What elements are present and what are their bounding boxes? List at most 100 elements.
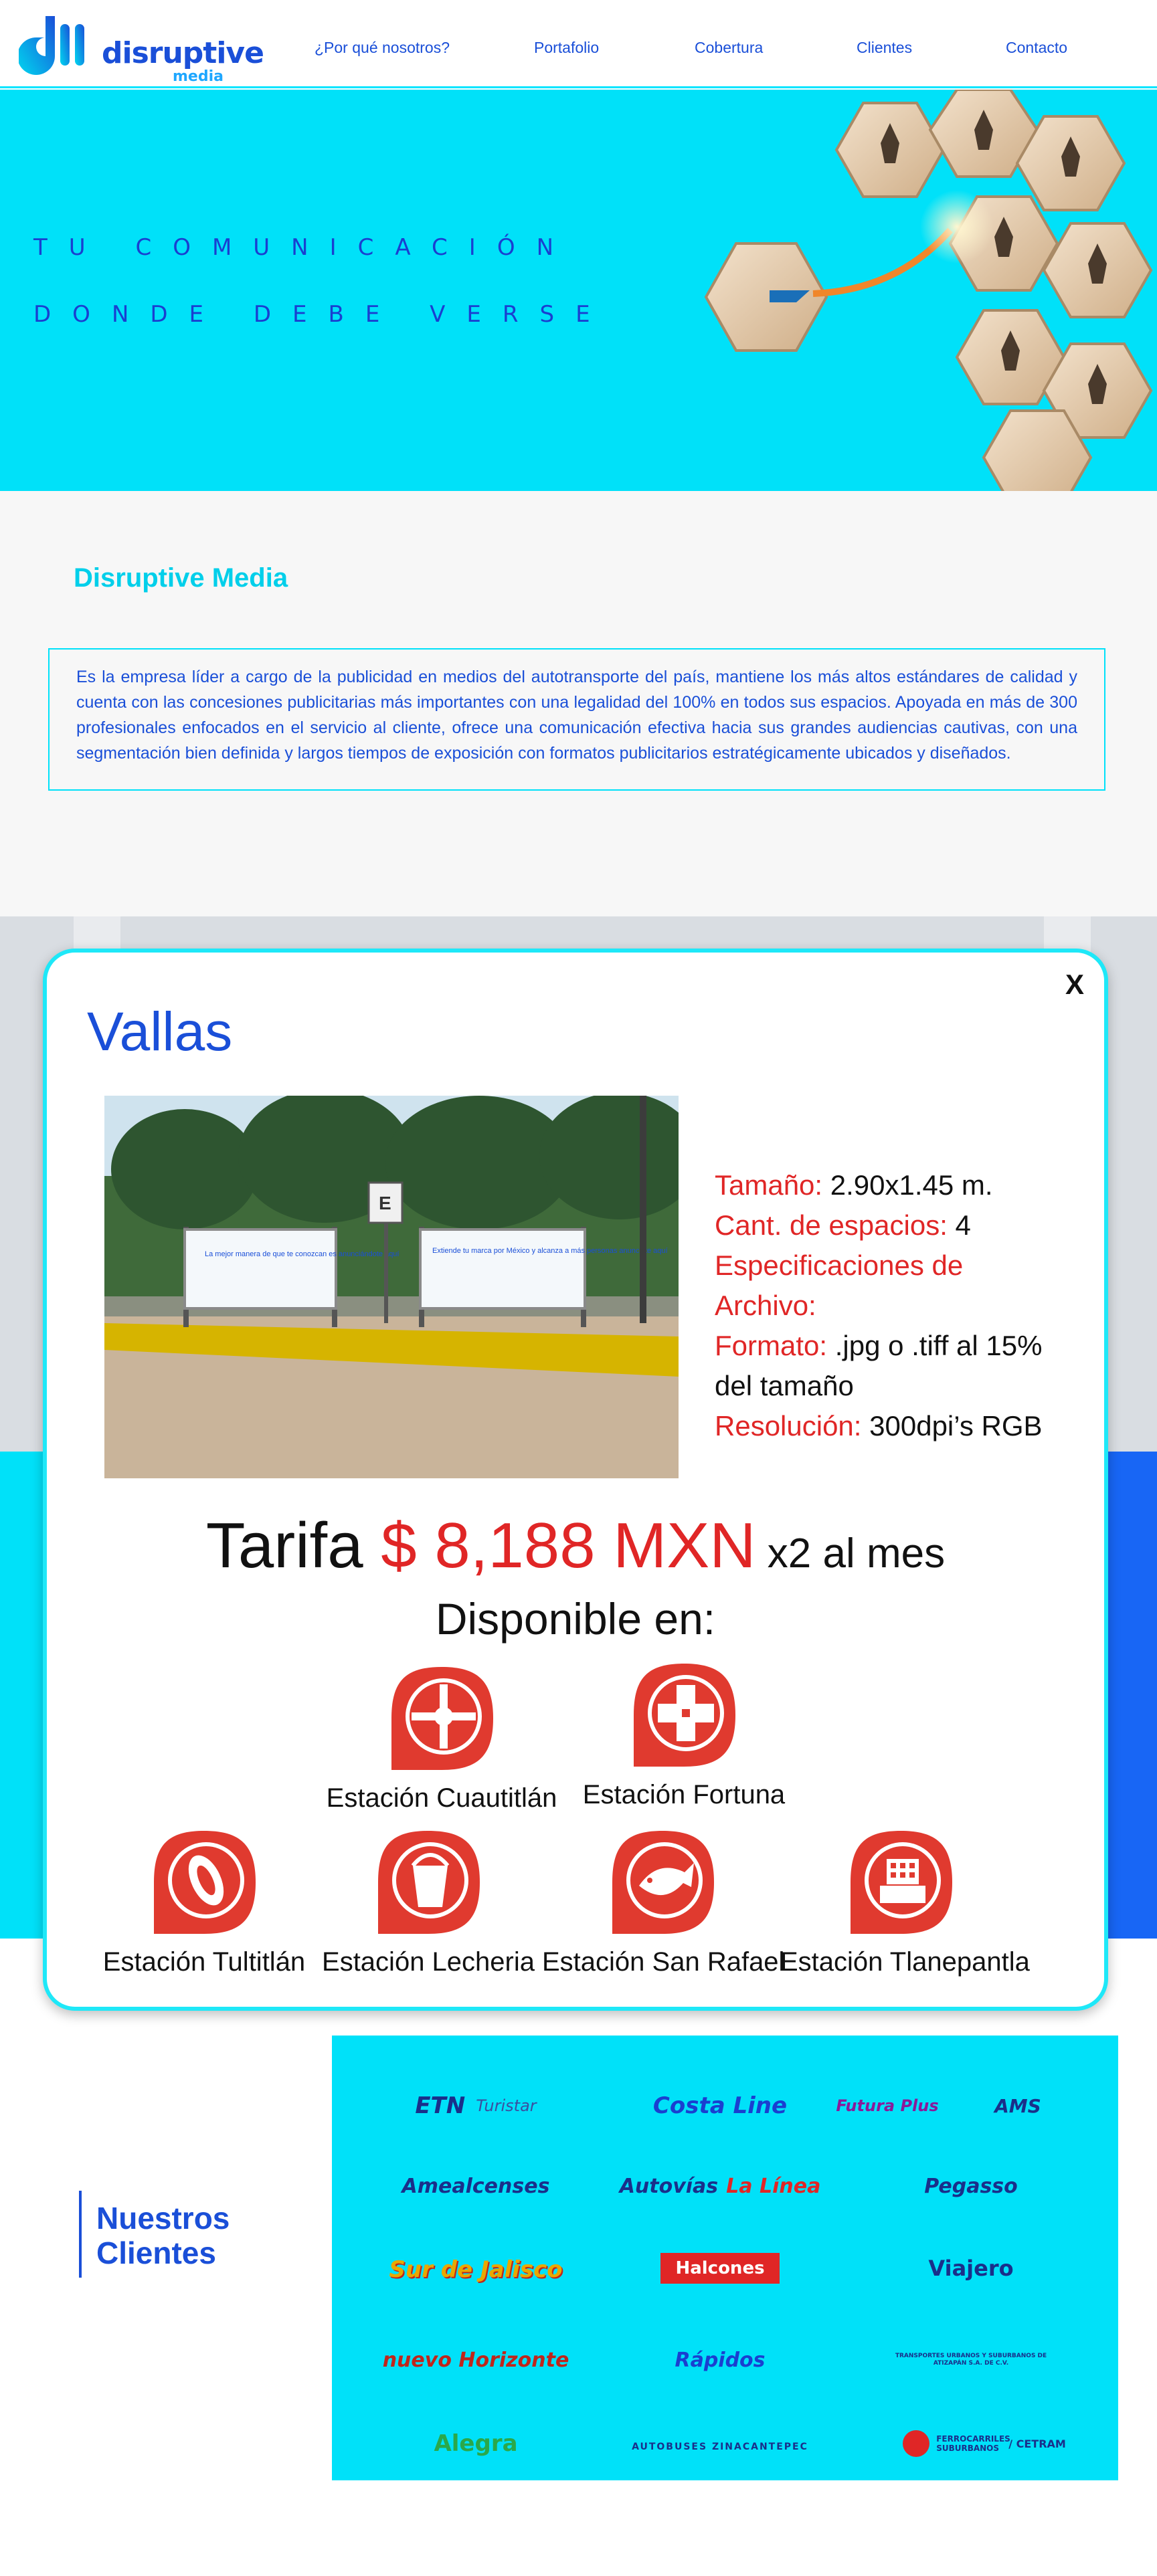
logo-subtext: media <box>173 68 224 85</box>
price-label: Tarifa <box>205 1510 381 1581</box>
client-logo-text: La Línea <box>726 2174 821 2198</box>
client-logo-text: FERROCARRILES SUBURBANOS <box>936 2434 1010 2453</box>
available-heading: Disponible en: <box>435 1594 716 1644</box>
client-logo-sur-de-jalisco[interactable]: Sur de Jalisco <box>369 2243 583 2296</box>
client-logo-futura[interactable]: Futura Plus <box>814 2086 961 2126</box>
spec-spaces: Cant. de espacios: 4 <box>715 1205 1069 1246</box>
client-logo-viajero[interactable]: Viajero <box>864 2248 1078 2288</box>
nav-portfolio[interactable]: Portafolio <box>534 39 599 57</box>
station-cuautitlan[interactable]: Estación Cuautitlán <box>321 1662 562 1813</box>
spec-format-key: Formato: <box>715 1330 828 1361</box>
specs-list: Tamaño: 2.90x1.45 m. Cant. de espacios: … <box>715 1165 1069 1446</box>
ferrocarriles-mark-icon <box>903 2430 930 2457</box>
client-logo-text: Turistar <box>476 2096 537 2115</box>
client-logo-pegasso[interactable]: Pegasso <box>864 2166 1078 2206</box>
client-logo-alegra[interactable]: Alegra <box>369 2423 583 2464</box>
spec-resolution: Resolución: 300dpi’s RGB <box>715 1406 1069 1446</box>
client-logo-nuevo-horizonte[interactable]: nuevo Horizonte <box>369 2340 583 2380</box>
client-logo-text: Pegasso <box>924 2174 1018 2198</box>
station-fortuna[interactable]: Estación Fortuna <box>563 1658 804 1810</box>
spec-size-key: Tamaño: <box>715 1169 823 1201</box>
spec-resolution-value: 300dpi’s RGB <box>861 1410 1043 1442</box>
building-icon <box>851 1831 952 1934</box>
client-logo-rapidos[interactable]: Rápidos <box>600 2340 840 2380</box>
price-value: $ 8,188 MXN <box>381 1510 756 1581</box>
client-logo-zinacantepec[interactable]: AUTOBUSES ZINACANTEPEC <box>613 2427 827 2467</box>
client-logo-text: Costa Line <box>652 2092 788 2119</box>
modal-title: Vallas <box>87 1001 233 1062</box>
close-button[interactable]: X <box>1065 969 1084 1001</box>
client-logo-transportes-urbanos[interactable]: TRANSPORTES URBANOS Y SUBURBANOS DE ATIZ… <box>887 2330 1055 2390</box>
station-label: Estación Tlanepantla <box>780 1947 1030 1977</box>
clients-title-line1: Nuestros <box>96 2201 230 2236</box>
intro-box: Es la empresa líder a cargo de la public… <box>48 648 1105 791</box>
clients-title: Nuestros Clientes <box>96 2201 230 2270</box>
client-logo-text: Futura Plus <box>836 2096 939 2115</box>
hero-headline-1: TU COMUNICACIÓN <box>33 234 575 261</box>
client-logo-text: Alegra <box>434 2430 518 2457</box>
price-suffix: x2 al mes <box>755 1530 946 1577</box>
billboard-2-text: Extiende tu marca por México y alcanza a… <box>432 1247 668 1255</box>
spec-file: Especificaciones de Archivo: <box>715 1246 1069 1326</box>
client-logo-text: nuevo Horizonte <box>382 2348 569 2372</box>
client-logo-autovias[interactable]: Autovías La Línea <box>600 2166 840 2206</box>
milk-pail-icon <box>378 1831 480 1934</box>
spec-spaces-key: Cant. de espacios: <box>715 1209 948 1241</box>
station-label: Estación Fortuna <box>582 1780 786 1809</box>
spec-size-value: 2.90x1.45 m. <box>822 1169 993 1201</box>
clients-title-line2: Clientes <box>96 2236 216 2270</box>
client-logo-halcones[interactable]: Halcones <box>613 2248 827 2288</box>
site-header: disruptive media ¿Por qué nosotros? Port… <box>0 0 1157 88</box>
product-modal: X Vallas La mejor manera de que te conoz… <box>43 949 1108 2011</box>
plus-cross-emblem-icon <box>634 1664 735 1767</box>
client-logo-text: ETN <box>415 2092 466 2119</box>
billboard-photo: La mejor manera de que te conozcan es an… <box>104 1096 679 1478</box>
client-logo-ams[interactable]: AMS <box>958 2086 1078 2126</box>
station-label: Estación Tultitlán <box>102 1947 306 1977</box>
client-logo-text: Viajero <box>928 2256 1014 2281</box>
nav-contact[interactable]: Contacto <box>1006 39 1067 57</box>
client-logo-text: Halcones <box>660 2253 780 2284</box>
client-logo-text: Sur de Jalisco <box>389 2256 563 2283</box>
client-logo-text: Rápidos <box>675 2348 766 2372</box>
sign-letter: E <box>379 1193 391 1213</box>
station-label: Estación Cuautitlán <box>326 1783 557 1813</box>
station-san-rafael[interactable]: Estación San Rafael <box>542 1825 785 1977</box>
price-line: Tarifa $ 8,188 MXN x2 al mes <box>47 1509 1104 1583</box>
fish-icon <box>612 1831 714 1934</box>
spec-resolution-key: Resolución: <box>715 1410 862 1442</box>
glyph-emblem-icon <box>154 1831 256 1934</box>
station-lecheria[interactable]: Estación Lecheria <box>308 1825 549 1977</box>
station-label: Estación Lecheria <box>322 1947 535 1977</box>
station-tultitlan[interactable]: Estación Tultitlán <box>84 1825 325 1977</box>
nav-coverage[interactable]: Cobertura <box>695 39 763 57</box>
hero-banner: TU COMUNICACIÓN DONDE DEBE VERSE <box>0 90 1157 491</box>
billboard-1-text: La mejor manera de que te conozcan es an… <box>205 1250 399 1258</box>
spec-spaces-value: 4 <box>947 1209 971 1241</box>
hero-headline-2: DONDE DEBE VERSE <box>33 301 612 328</box>
station-label: Estación San Rafael <box>542 1947 785 1977</box>
main-nav: ¿Por qué nosotros? Portafolio Cobertura … <box>0 39 1157 59</box>
client-logo-etn[interactable]: ETN Turistar <box>369 2086 583 2126</box>
intro-description: Es la empresa líder a cargo de la public… <box>76 668 1077 763</box>
client-logo-text: AUTOBUSES ZINACANTEPEC <box>632 2442 808 2452</box>
nav-why-us[interactable]: ¿Por qué nosotros? <box>315 39 450 57</box>
nav-clients[interactable]: Clientes <box>857 39 912 57</box>
clients-logo-panel: ETN Turistar Costa Line Futura Plus AMS … <box>332 2036 1118 2480</box>
client-logo-text: Autovías <box>619 2174 719 2198</box>
client-logo-costaline[interactable]: Costa Line <box>613 2086 827 2126</box>
client-logo-ferrocarriles[interactable]: FERROCARRILES SUBURBANOS / CETRAM <box>891 2423 1078 2464</box>
intro-section: Disruptive Media Es la empresa líder a c… <box>0 491 1157 916</box>
spec-file-key: Especificaciones de Archivo: <box>715 1250 964 1321</box>
spec-format: Formato: .jpg o .tiff al 15% del tamaño <box>715 1326 1069 1406</box>
clients-title-accent <box>79 2191 82 2278</box>
client-logo-text: / CETRAM <box>1008 2437 1066 2450</box>
client-logo-text: Amealcenses <box>402 2174 550 2198</box>
client-logo-text: AMS <box>994 2094 1041 2117</box>
spec-size: Tamaño: 2.90x1.45 m. <box>715 1165 1069 1205</box>
intro-title: Disruptive Media <box>74 563 288 593</box>
station-tlanepantla[interactable]: Estación Tlanepantla <box>780 1825 1030 1977</box>
client-logo-amealcenses[interactable]: Amealcenses <box>369 2166 583 2206</box>
hexagon-rockets-illustration <box>704 90 1153 491</box>
client-logo-text: TRANSPORTES URBANOS Y SUBURBANOS DE ATIZ… <box>895 2353 1047 2367</box>
